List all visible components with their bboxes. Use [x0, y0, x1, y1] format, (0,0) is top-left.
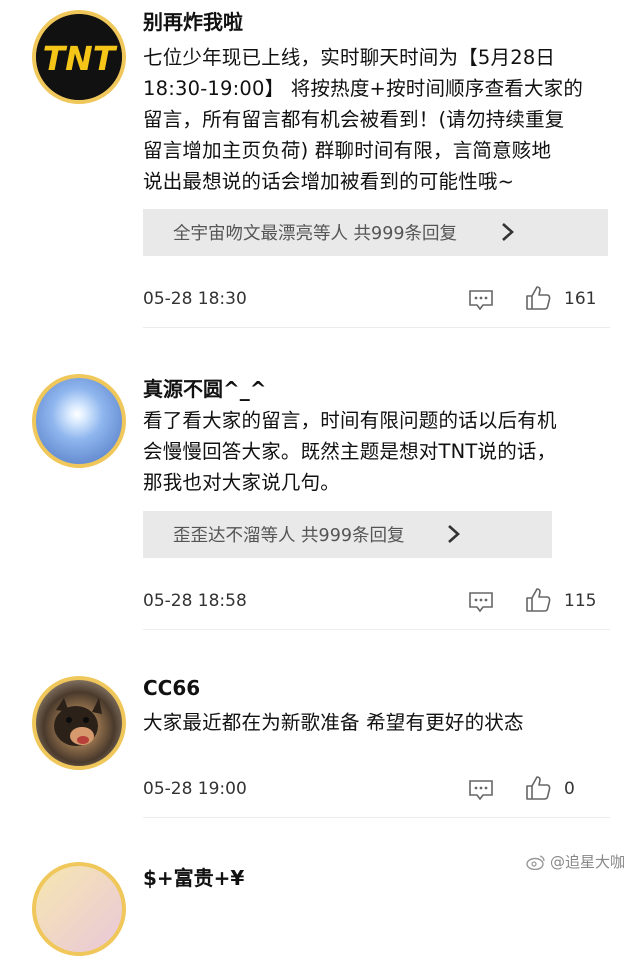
like-icon[interactable] — [524, 586, 552, 614]
timestamp: 05-28 18:30 — [143, 289, 247, 309]
username[interactable]: $+富贵+¥ — [143, 862, 244, 891]
like-count: 161 — [564, 289, 597, 309]
divider — [143, 629, 610, 630]
username[interactable]: 别再炸我啦 — [143, 6, 243, 35]
watermark: @追星大咖 — [526, 851, 625, 872]
like-icon[interactable] — [524, 284, 552, 312]
tnt-logo-icon: TNT — [36, 14, 122, 100]
comment-text: 七位少年现已上线，实时聊天时间为【5月28日 18:30-19:00】 将按热度… — [143, 46, 584, 193]
svg-text:TNT: TNT — [43, 39, 118, 78]
chevron-right-icon — [502, 223, 514, 241]
comment-text: 看了看大家的留言，时间有限问题的话以后有机 会慢慢回答大家。既然主题是想对TNT… — [143, 409, 557, 494]
timestamp: 05-28 19:00 — [143, 779, 247, 799]
avatar[interactable]: TNT — [32, 10, 126, 104]
like-icon[interactable] — [524, 774, 552, 802]
divider — [143, 327, 610, 328]
divider — [143, 817, 610, 818]
chevron-right-icon — [448, 525, 460, 543]
weibo-logo-icon — [526, 854, 545, 870]
replies-label: 歪歪达不溜等人 共999条回复 — [173, 526, 405, 546]
comment-text: 大家最近都在为新歌准备 希望有更好的状态 — [143, 711, 524, 734]
avatar[interactable] — [32, 862, 126, 956]
like-count: 0 — [564, 779, 575, 799]
avatar[interactable] — [32, 374, 126, 468]
view-replies-button[interactable]: 歪歪达不溜等人 共999条回复 — [143, 511, 552, 558]
dog-photo-icon — [54, 698, 102, 746]
username[interactable]: 真源不圆^_^ — [143, 373, 267, 402]
view-replies-button[interactable]: 全宇宙吻文最漂亮等人 共999条回复 — [143, 209, 608, 256]
watermark-text: @追星大咖 — [550, 853, 626, 871]
like-count: 115 — [564, 591, 597, 611]
comment-icon[interactable] — [468, 288, 494, 312]
avatar[interactable] — [32, 676, 126, 770]
replies-label: 全宇宙吻文最漂亮等人 共999条回复 — [173, 224, 457, 244]
username[interactable]: CC66 — [143, 676, 200, 700]
comment-icon[interactable] — [468, 590, 494, 614]
comment-icon[interactable] — [468, 778, 494, 802]
timestamp: 05-28 18:58 — [143, 591, 247, 611]
